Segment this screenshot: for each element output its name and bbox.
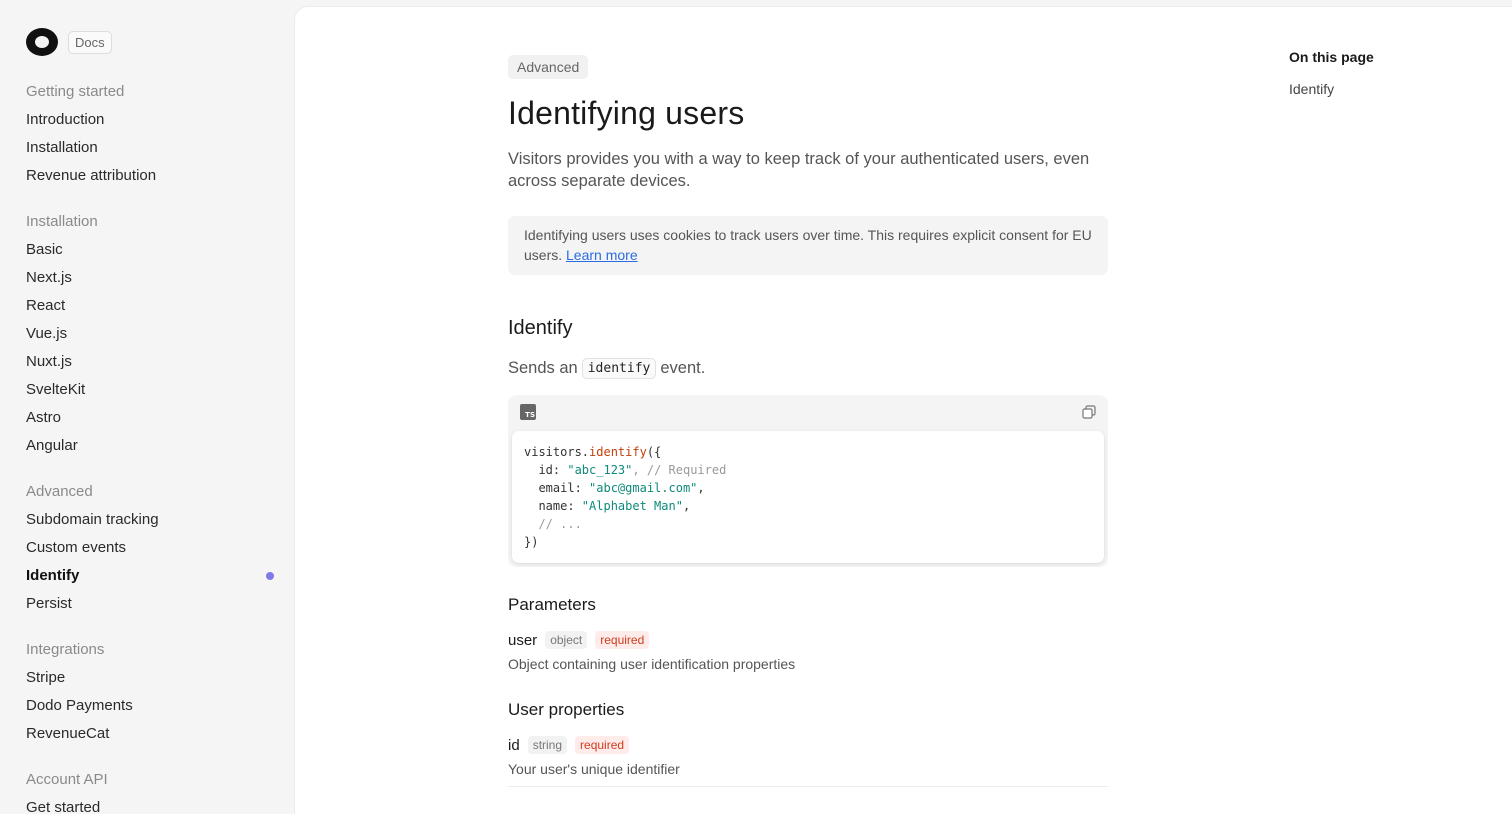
sidebar-item-installation[interactable]: Installation (26, 138, 276, 166)
sidebar-item-astro[interactable]: Astro (26, 408, 276, 436)
article: Advanced Identifying users Visitors prov… (508, 55, 1108, 787)
nav-heading: Getting started (26, 83, 125, 100)
code-token-comment: // ... (524, 517, 582, 531)
user-properties-title: User properties (508, 700, 625, 719)
main-panel: Advanced Identifying users Visitors prov… (294, 6, 1512, 814)
consent-notice: Identifying users uses cookies to track … (508, 216, 1108, 275)
inline-code-identify: identify (581, 358, 657, 379)
sidebar-item-react[interactable]: React (26, 296, 276, 324)
docs-badge: Docs (68, 30, 112, 54)
code-token-fn: identify (589, 445, 647, 459)
sidebar-item-sveltekit[interactable]: SvelteKit (26, 380, 276, 408)
code-token: }) (524, 535, 539, 549)
table-of-contents: On this page Identify (1289, 49, 1374, 97)
code-body: visitors.identify({ id: "abc_123", // Re… (512, 431, 1104, 563)
typescript-icon: TS (520, 404, 536, 420)
param-description: Your user's unique identifier (508, 761, 680, 777)
sends-suffix: event. (660, 359, 706, 377)
sidebar-item-persist[interactable]: Persist (26, 594, 276, 622)
sidebar-nav: Getting started Introduction Installatio… (26, 82, 276, 814)
sidebar-item-angular[interactable]: Angular (26, 436, 276, 464)
nav-heading: Account API (26, 771, 108, 788)
sidebar-item-basic[interactable]: Basic (26, 240, 276, 268)
code-block: TS visitors.identify({ id: "abc_123", //… (508, 395, 1108, 567)
nav-section-advanced: Advanced Subdomain tracking Custom event… (26, 482, 276, 622)
toc-item-identify[interactable]: Identify (1289, 81, 1374, 97)
code-token-string: "abc@gmail.com" (589, 481, 698, 495)
sidebar-item-dodo-payments[interactable]: Dodo Payments (26, 696, 276, 724)
code-token-string: "abc_123" (567, 463, 633, 477)
nav-section-integrations: Integrations Stripe Dodo Payments Revenu… (26, 640, 276, 752)
sends-line: Sends an identify event. (508, 358, 1108, 379)
param-name: user (508, 631, 538, 649)
code-token: email: (524, 481, 590, 495)
sidebar-item-vuejs[interactable]: Vue.js (26, 324, 276, 352)
page-title: Identifying users (508, 95, 745, 131)
param-row-user: user object required (508, 631, 1108, 649)
code-token: name: (524, 499, 582, 513)
param-description: Object containing user identification pr… (508, 656, 796, 672)
sidebar-item-identify[interactable]: Identify (26, 566, 276, 594)
code-token-comment: , // Required (632, 463, 727, 477)
sidebar-item-subdomain-tracking[interactable]: Subdomain tracking (26, 510, 276, 538)
sidebar-item-get-started[interactable]: Get started (26, 798, 276, 814)
sidebar-item-introduction[interactable]: Introduction (26, 110, 276, 138)
param-name: id (508, 736, 520, 754)
logo-icon[interactable] (26, 28, 58, 56)
nav-section-installation: Installation Basic Next.js React Vue.js … (26, 212, 276, 464)
required-badge: required (575, 736, 630, 754)
sidebar-item-revenuecat[interactable]: RevenueCat (26, 724, 276, 752)
sidebar-item-nuxtjs[interactable]: Nuxt.js (26, 352, 276, 380)
code-header: TS (512, 401, 1104, 431)
sidebar-item-revenue-attribution[interactable]: Revenue attribution (26, 166, 276, 194)
copy-icon[interactable] (1082, 405, 1096, 419)
nav-section-getting-started: Getting started Introduction Installatio… (26, 82, 276, 194)
toc-title: On this page (1289, 49, 1374, 65)
code-token: , (697, 481, 705, 495)
brand: Docs (26, 28, 112, 56)
category-tag: Advanced (508, 55, 589, 79)
type-badge: object (545, 631, 588, 649)
nav-section-account-api: Account API Get started (26, 770, 276, 814)
sidebar-item-stripe[interactable]: Stripe (26, 668, 276, 696)
nav-heading: Installation (26, 213, 98, 230)
code-token: id: (524, 463, 568, 477)
code-token-string: "Alphabet Man" (581, 499, 683, 513)
sidebar-item-label: Identify (26, 567, 80, 584)
sidebar-item-nextjs[interactable]: Next.js (26, 268, 276, 296)
code-token: visitors. (524, 445, 590, 459)
section-title-identify: Identify (508, 317, 573, 339)
nav-heading: Integrations (26, 641, 105, 658)
sidebar-item-custom-events[interactable]: Custom events (26, 538, 276, 566)
learn-more-link[interactable]: Learn more (566, 247, 638, 263)
code-token: ({ (646, 445, 662, 459)
parameters-title: Parameters (508, 595, 596, 614)
sidebar: Docs Getting started Introduction Instal… (0, 0, 294, 814)
param-row-id: id string required (508, 736, 1108, 754)
type-badge: string (527, 736, 568, 754)
code-token: , (682, 499, 691, 513)
sends-prefix: Sends an (508, 359, 578, 377)
required-badge: required (595, 631, 650, 649)
lead-paragraph: Visitors provides you with a way to keep… (508, 150, 1090, 190)
nav-heading: Advanced (26, 483, 93, 500)
divider (508, 786, 1108, 787)
active-indicator-dot (266, 572, 274, 580)
